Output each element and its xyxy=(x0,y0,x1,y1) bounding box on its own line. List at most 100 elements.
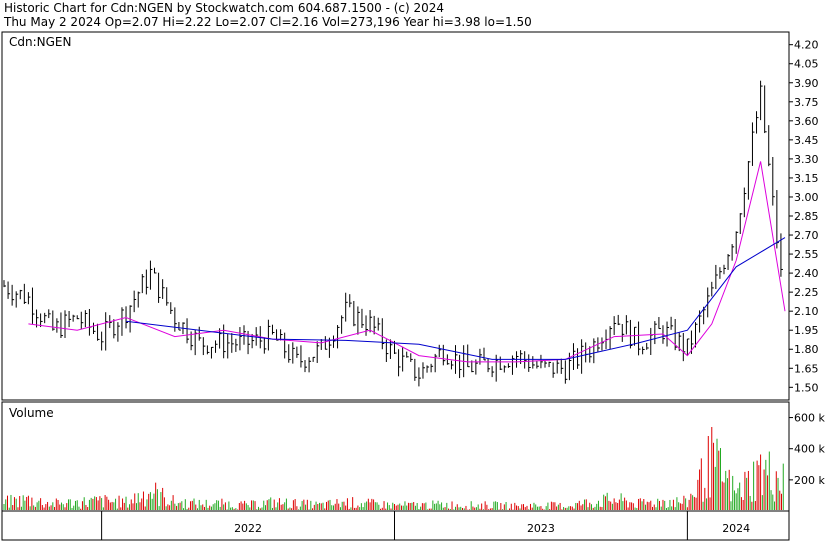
ohlc-bar xyxy=(536,360,539,369)
ohlc-bar xyxy=(499,356,503,371)
ohlc-bar xyxy=(105,312,108,351)
ohlc-bar xyxy=(776,190,779,249)
ohlc-bar xyxy=(532,356,535,369)
ohlc-bar xyxy=(154,267,157,274)
ohlc-bar xyxy=(267,319,271,351)
ohlc-bar xyxy=(202,337,206,356)
price-tick-label: 3.00 xyxy=(794,191,819,204)
price-tick-label: 2.55 xyxy=(794,248,819,261)
price-tick-label: 2.40 xyxy=(794,267,819,280)
ohlc-bar xyxy=(410,353,413,362)
ohlc-bar xyxy=(434,353,438,373)
ohlc-bar xyxy=(170,302,173,314)
ohlc-bar xyxy=(332,335,336,348)
ohlc-bar xyxy=(345,292,348,322)
ohlc-bar xyxy=(593,338,596,364)
ohlc-bar xyxy=(369,310,373,333)
ohlc-bar xyxy=(60,312,63,339)
ohlc-bar xyxy=(361,308,364,329)
ohlc-bar xyxy=(426,365,430,373)
ohlc-bar xyxy=(316,341,320,363)
ohlc-bar xyxy=(589,346,592,363)
ohlc-bar xyxy=(56,318,59,333)
ohlc-bar xyxy=(528,354,531,372)
ohlc-bar xyxy=(288,344,291,363)
ohlc-bar xyxy=(544,360,548,368)
ohlc-bar xyxy=(101,331,104,351)
price-tick-label: 3.15 xyxy=(794,172,819,185)
price-tick-label: 1.65 xyxy=(794,362,819,375)
price-tick-label: 2.10 xyxy=(794,305,819,318)
price-tick-label: 3.90 xyxy=(794,77,819,90)
ohlc-bar xyxy=(577,348,580,369)
ohlc-bar xyxy=(341,315,344,334)
ohlc-bar xyxy=(442,344,446,366)
ohlc-bar xyxy=(210,346,214,359)
ohlc-bar xyxy=(300,345,303,368)
ohlc-bar xyxy=(560,358,564,374)
ohlc-bar xyxy=(682,332,686,362)
ohlc-bar xyxy=(121,307,124,336)
ohlc-bar xyxy=(564,360,568,384)
ohlc-bar xyxy=(760,80,763,121)
ohlc-bar xyxy=(743,187,747,218)
price-tick-label: 1.80 xyxy=(794,343,819,356)
price-tick-label: 3.30 xyxy=(794,153,819,166)
ohlc-bar xyxy=(511,355,515,375)
ohlc-bar xyxy=(731,244,735,261)
volume-tick-label: 600 k xyxy=(794,412,825,425)
chart-svg: 4.20 4.05 3.90 3.75 3.60 3.45 3.30 3.15 3.00 2.85… xyxy=(1,31,825,541)
ohlc-bar xyxy=(117,322,120,342)
ohlc-bar xyxy=(271,324,275,335)
ohlc-bar xyxy=(495,354,499,382)
ohlc-bar xyxy=(186,318,190,344)
ohlc-bar xyxy=(711,281,714,297)
ohlc-bar xyxy=(219,328,222,349)
ohlc-bar xyxy=(23,283,27,305)
symbol-label: Cdn:NGEN xyxy=(9,35,71,49)
price-tick-label: 2.85 xyxy=(794,210,819,223)
ohlc-bar xyxy=(491,366,495,378)
ohlc-bar xyxy=(747,161,751,200)
moving-average-long-line xyxy=(125,237,786,360)
price-tick-label: 2.70 xyxy=(794,229,819,242)
ohlc-bar xyxy=(654,321,657,345)
volume-tick-label: 400 k xyxy=(794,443,825,456)
ohlc-bar xyxy=(459,354,462,379)
year-label: 2023 xyxy=(527,522,555,535)
ohlc-bar xyxy=(621,323,625,342)
price-panel-frame xyxy=(1,31,790,401)
volume-tick-label: 200 k xyxy=(794,474,825,487)
ohlc-bar xyxy=(92,322,96,335)
ohlc-bar xyxy=(304,360,308,373)
time-axis-frame xyxy=(1,510,790,541)
ohlc-bar xyxy=(377,317,381,331)
ohlc-bar xyxy=(719,267,722,279)
ohlc-bar xyxy=(7,281,11,299)
ohlc-bar xyxy=(231,333,234,353)
ohlc-bar xyxy=(15,291,19,308)
ohlc-bar xyxy=(97,323,100,341)
year-label: 2024 xyxy=(722,522,750,535)
ohlc-bar xyxy=(19,289,23,300)
ohlc-bar xyxy=(633,326,637,346)
ohlc-bar xyxy=(88,309,92,336)
ohlc-bar xyxy=(296,346,299,358)
price-tick-label: 3.75 xyxy=(794,96,819,109)
ohlc-bar xyxy=(581,339,584,374)
ohlc-bar xyxy=(31,287,35,324)
ohlc-bar xyxy=(556,359,560,374)
ohlc-bar xyxy=(418,367,421,387)
ohlc-bar xyxy=(768,125,771,167)
ohlc-bar xyxy=(503,365,507,373)
ohlc-bar xyxy=(552,362,556,378)
ohlc-bar xyxy=(670,316,674,330)
ohlc-bar xyxy=(756,111,759,134)
ohlc-bar xyxy=(72,314,76,322)
ohlc-bar xyxy=(141,274,145,294)
ohlc-bar xyxy=(715,264,718,290)
ohlc-bar xyxy=(772,156,775,206)
ohlc-bar xyxy=(487,358,491,373)
ohlc-bar xyxy=(646,342,649,350)
ohlc-bar xyxy=(422,362,425,379)
